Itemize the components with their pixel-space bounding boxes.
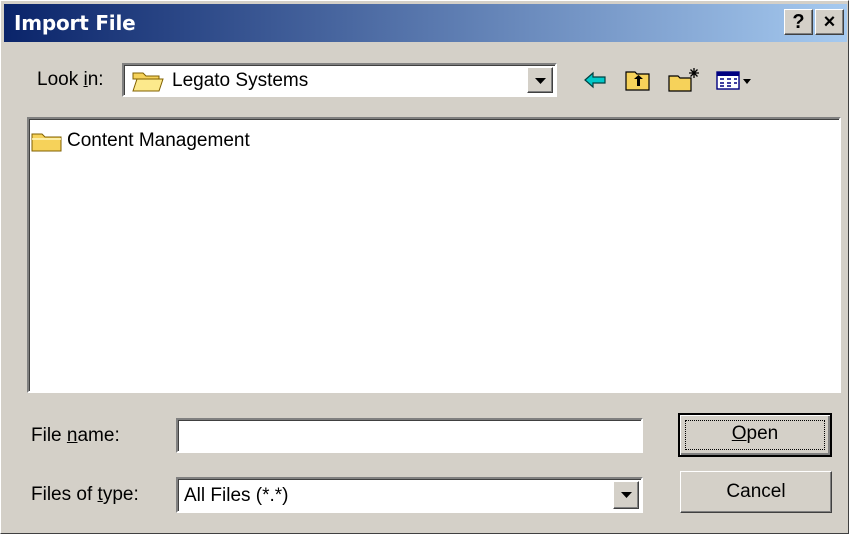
import-file-dialog: Import File ? × Look in: Legato Systems: [0, 0, 849, 534]
file-name-input[interactable]: [176, 418, 643, 453]
look-in-dropdown[interactable]: Legato Systems: [122, 63, 557, 97]
open-folder-icon: [132, 72, 164, 92]
folder-icon: [31, 133, 62, 152]
view-menu-icon: [716, 71, 751, 90]
files-of-type-dropdown-button[interactable]: [613, 481, 639, 509]
up-one-level-button[interactable]: [623, 66, 653, 94]
chevron-down-icon: [535, 78, 546, 84]
chevron-down-icon: [621, 492, 632, 498]
open-button[interactable]: Open: [678, 413, 832, 457]
create-new-folder-button[interactable]: [666, 66, 702, 94]
focus-rectangle: [685, 420, 825, 450]
look-in-label: Look in:: [37, 69, 104, 90]
file-name-label: File name:: [31, 425, 120, 446]
close-button[interactable]: ×: [815, 9, 844, 35]
look-in-dropdown-button[interactable]: [527, 67, 553, 93]
cancel-button[interactable]: Cancel: [680, 471, 832, 513]
new-folder-icon: [668, 68, 699, 92]
files-of-type-dropdown[interactable]: All Files (*.*): [176, 477, 643, 513]
files-of-type-label: Files of type:: [31, 484, 139, 505]
files-of-type-value: All Files (*.*): [184, 485, 289, 506]
back-arrow-icon: [584, 71, 606, 89]
title-bar[interactable]: Import File ? ×: [4, 4, 847, 42]
list-item-label: Content Management: [67, 130, 250, 151]
help-button[interactable]: ?: [784, 9, 813, 35]
view-menu-button[interactable]: [715, 66, 755, 94]
back-button[interactable]: [581, 66, 611, 94]
file-list[interactable]: Content Management: [27, 117, 841, 393]
dialog-title: Import File: [14, 11, 136, 35]
up-one-level-icon: [625, 71, 650, 91]
look-in-value: Legato Systems: [172, 70, 309, 91]
